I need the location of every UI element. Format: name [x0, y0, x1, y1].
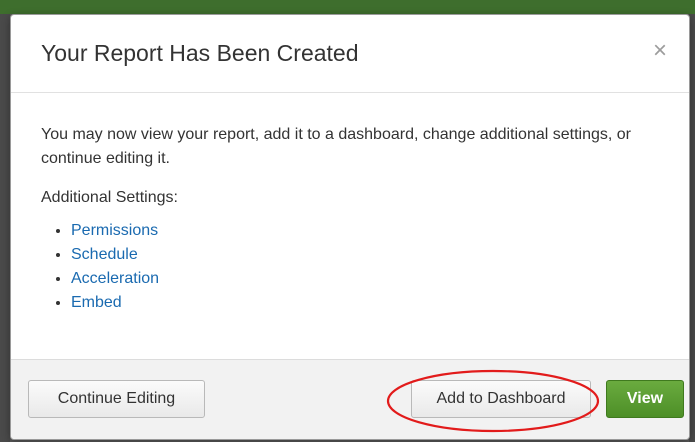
dialog-header: Your Report Has Been Created ×	[11, 15, 689, 93]
additional-settings-heading: Additional Settings:	[41, 189, 178, 206]
dialog-body: You may now view your report, add it to …	[41, 123, 661, 315]
permissions-link[interactable]: Permissions	[71, 222, 158, 239]
list-item: Acceleration	[71, 267, 661, 291]
view-button[interactable]: View	[606, 380, 684, 418]
dialog-footer: Continue Editing Add to Dashboard View	[11, 359, 689, 439]
app-top-bar	[0, 0, 695, 14]
acceleration-link[interactable]: Acceleration	[71, 270, 159, 287]
dialog-intro-text: You may now view your report, add it to …	[41, 126, 631, 167]
embed-link[interactable]: Embed	[71, 294, 122, 311]
continue-editing-button[interactable]: Continue Editing	[28, 380, 205, 418]
app-backdrop: Your Report Has Been Created × You may n…	[0, 0, 695, 442]
add-to-dashboard-button[interactable]: Add to Dashboard	[411, 380, 591, 418]
schedule-link[interactable]: Schedule	[71, 246, 138, 263]
report-created-dialog: Your Report Has Been Created × You may n…	[10, 14, 690, 440]
list-item: Permissions	[71, 219, 661, 243]
dialog-title: Your Report Has Been Created	[41, 40, 359, 66]
list-item: Schedule	[71, 243, 661, 267]
additional-settings-list: Permissions Schedule Acceleration Embed	[41, 219, 661, 315]
list-item: Embed	[71, 291, 661, 315]
close-icon[interactable]: ×	[649, 38, 671, 64]
app-background-left	[0, 14, 10, 442]
